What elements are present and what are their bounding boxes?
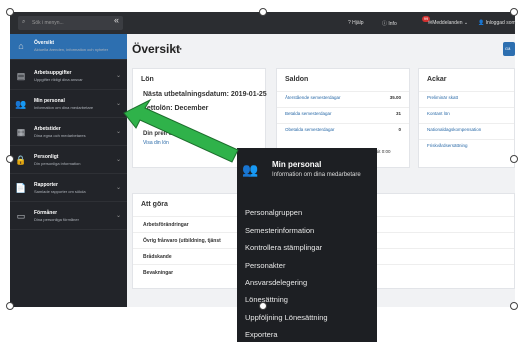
resize-handle[interactable]	[510, 8, 518, 16]
resize-handle[interactable]	[6, 155, 14, 163]
resize-handle[interactable]	[6, 302, 14, 310]
annotation-arrow	[123, 98, 239, 163]
resize-handle[interactable]	[259, 8, 267, 16]
resize-handle[interactable]	[259, 302, 267, 310]
resize-handle[interactable]	[510, 302, 518, 310]
green-arrow-shape	[123, 98, 239, 163]
resize-handle[interactable]	[6, 8, 14, 16]
resize-handle[interactable]	[510, 155, 518, 163]
